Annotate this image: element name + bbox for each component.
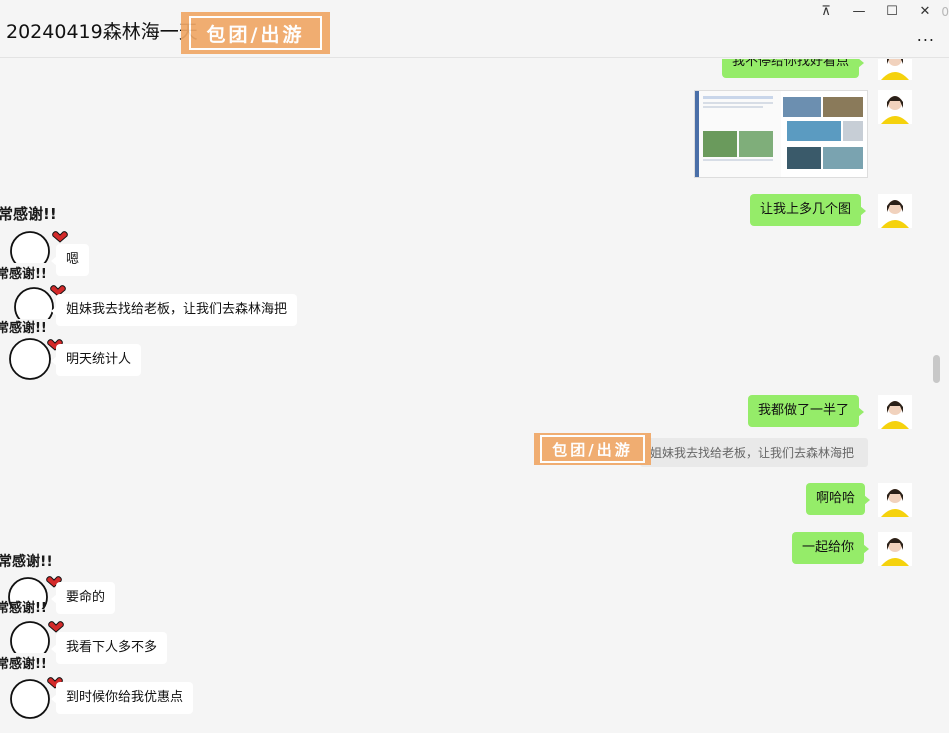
watermark-badge: 包团/出游 <box>181 12 330 54</box>
chat-messages-area[interactable]: 我不停给你找好看点 让我上多几个图 常感谢!! 嗯 常感谢!! 姐妹我去找给老板… <box>0 59 949 733</box>
avatar[interactable] <box>878 194 912 228</box>
message-bubble-outgoing[interactable]: 我都做了一半了 <box>748 395 865 427</box>
sticker-avatar[interactable]: 常感谢!! <box>0 203 68 263</box>
watermark-badge: 包团/出游 <box>534 433 651 465</box>
message-bubble-outgoing[interactable]: 我不停给你找好看点 <box>722 59 865 78</box>
message-bubble-incoming[interactable]: 到时候你给我优惠点 <box>50 682 194 714</box>
image-message[interactable] <box>694 90 868 178</box>
message-bubble-incoming[interactable]: 姐妹我去找给老板，让我们去森林海把 <box>50 294 298 326</box>
scrollbar-thumb[interactable] <box>933 355 940 383</box>
edge-digit: 0 <box>941 5 949 19</box>
more-options-button[interactable]: ... <box>917 26 935 45</box>
brochure-image-icon <box>695 91 867 177</box>
message-bubble-outgoing[interactable]: 让我上多几个图 <box>750 194 867 226</box>
message-bubble-outgoing[interactable]: 一起给你 <box>792 532 870 564</box>
avatar[interactable] <box>878 395 912 429</box>
chat-title: 20240419森林海一天 <box>6 21 198 43</box>
message-bubble-incoming[interactable]: 明天统计人 <box>50 344 142 376</box>
pin-button[interactable]: ⊼ <box>815 2 837 20</box>
avatar[interactable] <box>878 59 912 80</box>
sticker-avatar[interactable]: 常感谢!! <box>0 315 63 380</box>
watermark-text: 包团/出游 <box>540 435 645 463</box>
avatar[interactable] <box>878 532 912 566</box>
minimize-button[interactable]: — <box>848 2 870 20</box>
quoted-message[interactable]: 姐妹我去找给老板，让我们去森林海把 <box>640 438 868 467</box>
watermark-text: 包团/出游 <box>189 16 322 50</box>
avatar[interactable] <box>878 483 912 517</box>
maximize-button[interactable]: ☐ <box>881 2 903 20</box>
close-button[interactable]: ✕ <box>914 2 936 20</box>
avatar[interactable] <box>878 90 912 124</box>
title-bar: 20240419森林海一天 包团/出游 ⊼ — ☐ ✕ ... 0 <box>0 0 949 58</box>
message-bubble-outgoing[interactable]: 啊哈哈 <box>806 483 871 515</box>
